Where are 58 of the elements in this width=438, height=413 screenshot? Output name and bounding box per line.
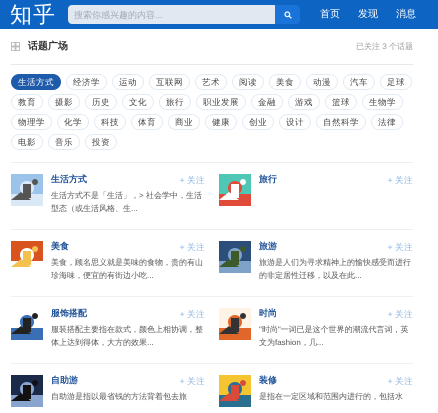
topic-tag[interactable]: 足球 xyxy=(380,74,412,90)
logo[interactable]: 知乎 xyxy=(10,4,58,26)
topic-description: 美食，顾名思义就是美味的食物，贵的有山珍海味，便宜的有街边小吃... xyxy=(51,257,204,282)
topic-tag[interactable]: 生物学 xyxy=(362,94,403,110)
topic-tag[interactable]: 职业发展 xyxy=(196,94,246,110)
nav-link[interactable]: 首页 xyxy=(320,7,340,22)
topic-tag[interactable]: 游戏 xyxy=(288,94,320,110)
topic-tag[interactable]: 艺术 xyxy=(195,74,227,90)
grid-icon xyxy=(11,42,20,51)
topic-description: 是指在一定区域和范围内进行的，包括水 xyxy=(259,391,404,403)
topic-tag[interactable]: 法律 xyxy=(371,114,403,130)
topic-tag[interactable]: 设计 xyxy=(279,114,311,130)
nav-link[interactable]: 发现 xyxy=(358,7,378,22)
topic-tag[interactable]: 创业 xyxy=(242,114,274,130)
topic-tag[interactable]: 互联网 xyxy=(149,74,190,90)
topic-tag[interactable]: 汽车 xyxy=(343,74,375,90)
topic-tag[interactable]: 旅行 xyxy=(159,94,191,110)
topic-tag[interactable]: 电影 xyxy=(11,134,43,150)
topic-tag[interactable]: 运动 xyxy=(112,74,144,90)
topic-title[interactable]: 美食 xyxy=(51,240,69,254)
topic-title[interactable]: 时尚 xyxy=(259,307,277,321)
search-icon xyxy=(284,10,292,18)
topic-title[interactable]: 旅行 xyxy=(259,173,277,187)
topic-title[interactable]: 服饰搭配 xyxy=(51,307,87,321)
topic-description: "时尚"一词已是这个世界的潮流代言词，英文为fashion，几... xyxy=(259,324,410,349)
followed-count: 已关注 3 个话题 xyxy=(356,40,413,52)
search-button[interactable] xyxy=(275,5,300,24)
topic-tag[interactable]: 摄影 xyxy=(48,94,80,110)
topic-title[interactable]: 旅游 xyxy=(259,240,277,254)
topic-tag[interactable]: 健康 xyxy=(205,114,237,130)
topic-tag[interactable]: 物理学 xyxy=(11,114,52,130)
topic-tag[interactable]: 经济学 xyxy=(66,74,107,90)
topic-title[interactable]: 自助游 xyxy=(51,374,78,388)
topic-tag[interactable]: 商业 xyxy=(168,114,200,130)
topic-tag[interactable]: 自然科学 xyxy=(316,114,366,130)
topic-tag[interactable]: 金融 xyxy=(251,94,283,110)
page-title: 话题广场 xyxy=(28,39,68,54)
topic-tag[interactable]: 文化 xyxy=(122,94,154,110)
topic-tag[interactable]: 阅读 xyxy=(232,74,264,90)
topic-title[interactable]: 装修 xyxy=(259,374,277,388)
topic-tag[interactable]: 体育 xyxy=(131,114,163,130)
topic-tag[interactable]: 动漫 xyxy=(306,74,338,90)
topic-title[interactable]: 生活方式 xyxy=(51,173,87,187)
search-field[interactable]: 搜索你感兴趣的内容... xyxy=(68,5,275,24)
topic-tag[interactable]: 音乐 xyxy=(48,134,80,150)
topic-tag[interactable]: 历史 xyxy=(85,94,117,110)
topic-tag[interactable]: 投资 xyxy=(85,134,117,150)
topic-tag[interactable]: 生活方式 xyxy=(11,74,61,90)
topic-description: 服装搭配主要指在款式，颜色上相协调，整体上达到得体，大方的效果... xyxy=(51,324,204,349)
topic-tag[interactable]: 篮球 xyxy=(325,94,357,110)
topic-tag[interactable]: 美食 xyxy=(269,74,301,90)
topic-tag[interactable]: 化学 xyxy=(57,114,89,130)
topic-description: 生活方式不是「生活」，> 社会学中，生活型态（或生活风格、生... xyxy=(51,190,203,215)
topic-tag[interactable]: 教育 xyxy=(11,94,43,110)
topic-tag[interactable]: 科技 xyxy=(94,114,126,130)
topic-description: 自助游是指以最省钱的方法背着包去旅 xyxy=(51,391,188,403)
topic-description: 旅游是人们为寻求精神上的愉快感受而进行的非定居性迁移，以及在此... xyxy=(259,257,412,282)
nav-link[interactable]: 消息 xyxy=(396,7,416,22)
